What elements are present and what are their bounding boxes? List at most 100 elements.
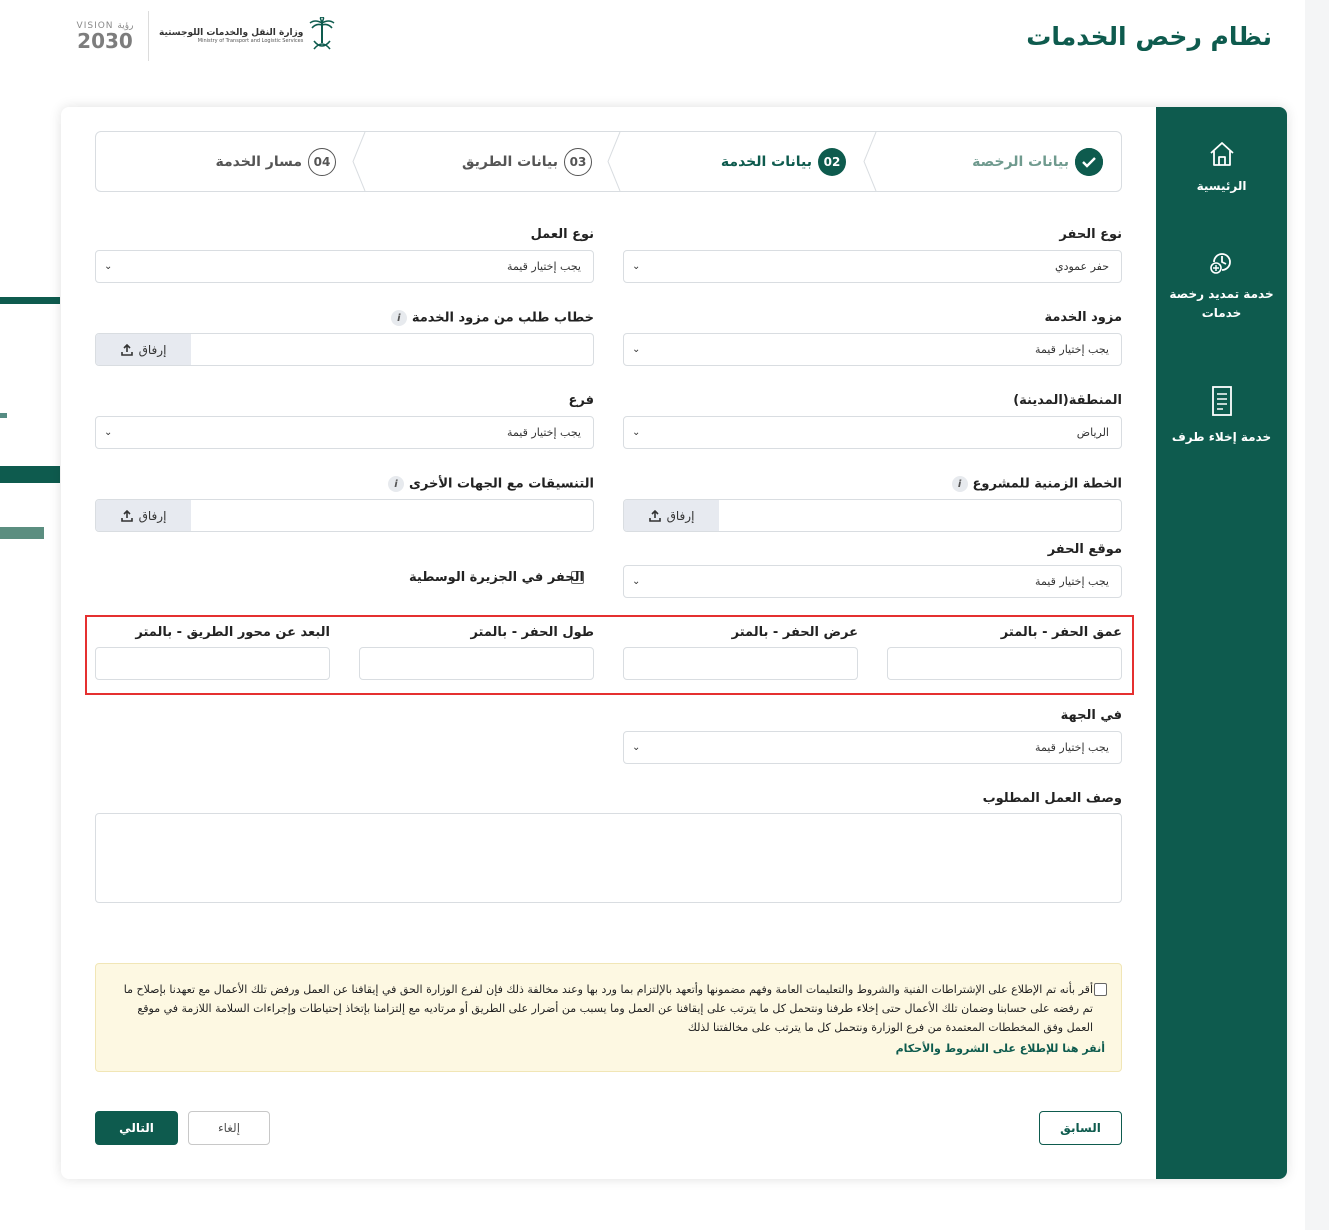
- renew-icon: [1209, 253, 1231, 274]
- ministry-text: وزارة النقل والخدمات اللوجستية Ministry …: [159, 28, 303, 44]
- step-label: بيانات الرخصة: [972, 153, 1069, 170]
- select-value: يجب إختيار قيمة: [1035, 741, 1109, 754]
- step-label: بيانات الخدمة: [720, 153, 812, 170]
- depth-input[interactable]: [887, 647, 1122, 680]
- info-icon[interactable]: i: [390, 310, 407, 326]
- chevron-down-icon: ⌄: [632, 261, 641, 272]
- chevron-down-icon: ⌄: [104, 261, 113, 272]
- provider-letter-text: خطاب طلب من مزود الخدمة: [411, 310, 594, 326]
- step-number: 02: [818, 147, 846, 176]
- app-title: نظام رخص الخدمات: [1026, 22, 1272, 51]
- service-provider-select[interactable]: يجب إختيار قيمة ⌄: [623, 333, 1122, 366]
- step-road-data[interactable]: 03 بيانات الطريق: [462, 132, 592, 191]
- attach-button[interactable]: إرفاق: [96, 500, 191, 531]
- upload-icon: [120, 343, 133, 356]
- terms-checkbox[interactable]: [1094, 983, 1107, 996]
- select-value: يجب إختيار قيمة: [1035, 343, 1109, 356]
- timeline-upload: إرفاق: [623, 499, 1122, 532]
- side-label: في الجهة: [1060, 708, 1122, 723]
- side-select[interactable]: يجب إختيار قيمة ⌄: [623, 731, 1122, 764]
- chevron-down-icon: ⌄: [632, 742, 641, 753]
- sidebar-item-clearance[interactable]: خدمة إخلاء طرف: [1156, 384, 1287, 447]
- select-value: يجب إختيار قيمة: [507, 426, 581, 439]
- info-icon[interactable]: i: [387, 476, 404, 492]
- work-type-label: نوع العمل: [530, 227, 594, 242]
- width-input[interactable]: [623, 647, 858, 680]
- chevron-down-icon: ⌄: [104, 427, 113, 438]
- attach-button[interactable]: إرفاق: [96, 334, 191, 365]
- branch-label: فرع: [568, 393, 594, 408]
- chevron-down-icon: ⌄: [632, 427, 641, 438]
- decorative-bar: [0, 413, 7, 418]
- coordination-upload: إرفاق: [95, 499, 594, 532]
- timeline-label: الخطة الزمنية للمشروعi: [951, 476, 1122, 492]
- excavation-type-label: نوع الحفر: [1059, 227, 1122, 242]
- location-select[interactable]: يجب إختيار قيمة ⌄: [623, 565, 1122, 598]
- select-value: يجب إختيار قيمة: [1035, 575, 1109, 588]
- decorative-bar: [0, 466, 60, 483]
- previous-button[interactable]: السابق: [1039, 1111, 1122, 1145]
- select-value: الرياض: [1076, 426, 1109, 439]
- provider-letter-upload: إرفاق: [95, 333, 594, 366]
- document-icon: [1211, 386, 1232, 416]
- select-value: حفر عمودي: [1054, 260, 1109, 273]
- service-provider-label: مزود الخدمة: [1044, 310, 1122, 325]
- palm-emblem-icon: [309, 17, 335, 50]
- region-select[interactable]: الرياض ⌄: [623, 416, 1122, 449]
- step-separator: [607, 132, 621, 191]
- next-button[interactable]: التالي: [95, 1111, 178, 1145]
- attach-label: إرفاق: [138, 508, 167, 523]
- depth-label: عمق الحفر - بالمتر: [1000, 625, 1122, 640]
- timeline-text: الخطة الزمنية للمشروع: [972, 476, 1122, 492]
- cancel-button[interactable]: إلغاء: [188, 1111, 270, 1145]
- page-margin: [1305, 0, 1329, 1230]
- excavation-type-select[interactable]: حفر عمودي ⌄: [623, 250, 1122, 283]
- ministry-logo: وزارة النقل والخدمات اللوجستية Ministry …: [159, 17, 337, 55]
- sidebar-item-label: خدمة تمديد رخصة خدمات: [1169, 287, 1274, 320]
- attach-button[interactable]: إرفاق: [624, 500, 719, 531]
- work-type-select[interactable]: يجب إختيار قيمة ⌄: [95, 250, 594, 283]
- header: نظام رخص الخدمات VISION رؤية 2030 وزارة …: [0, 0, 1305, 66]
- attach-label: إرفاق: [666, 508, 695, 523]
- step-label: بيانات الطريق: [462, 153, 558, 170]
- ministry-name-en: Ministry of Transport and Logistic Servi…: [197, 38, 304, 44]
- step-separator: [352, 132, 366, 191]
- length-input[interactable]: [359, 647, 594, 680]
- branch-select[interactable]: يجب إختيار قيمة ⌄: [95, 416, 594, 449]
- chevron-down-icon: ⌄: [632, 576, 641, 587]
- step-label: مسار الخدمة: [215, 153, 303, 170]
- step-license-data[interactable]: بيانات الرخصة: [972, 132, 1103, 191]
- attach-label: إرفاق: [138, 342, 167, 357]
- region-label: المنطقة(المدينة): [1013, 393, 1122, 408]
- distance-input[interactable]: [95, 647, 330, 680]
- sidebar-item-renew-license[interactable]: خدمة تمديد رخصة خدمات: [1156, 247, 1287, 323]
- info-icon[interactable]: i: [951, 476, 968, 492]
- description-textarea[interactable]: [95, 813, 1122, 903]
- sidebar-item-home[interactable]: الرئيسية: [1156, 139, 1287, 196]
- distance-label: البعد عن محور الطريق - بالمتر: [135, 625, 330, 640]
- location-label: موقع الحفر: [1047, 542, 1122, 557]
- provider-letter-label: خطاب طلب من مزود الخدمةi: [390, 310, 594, 326]
- step-number: 04: [308, 147, 336, 176]
- terms-link[interactable]: أنقر هنا للإطلاع على الشروط والأحكام: [896, 1042, 1105, 1055]
- terms-box: أقر بأنه تم الإطلاع على الإشتراطات الفني…: [95, 963, 1122, 1072]
- check-icon: [1075, 147, 1103, 176]
- vision-2030-logo: VISION رؤية 2030: [70, 12, 140, 60]
- upload-icon: [648, 509, 661, 522]
- length-label: طول الحفر - بالمتر: [470, 625, 594, 640]
- coordination-text: التنسيقات مع الجهات الأخرى: [408, 476, 594, 492]
- select-value: يجب إختيار قيمة: [507, 260, 581, 273]
- decorative-bar: [0, 297, 60, 304]
- step-service-path[interactable]: 04 مسار الخدمة: [215, 132, 336, 191]
- upload-icon: [120, 509, 133, 522]
- terms-text: أقر بأنه تم الإطلاع على الإشتراطات الفني…: [123, 983, 1093, 1034]
- stepper: بيانات الرخصة 02 بيانات الخدمة 03 بيانات…: [95, 131, 1122, 192]
- width-label: عرض الحفر - بالمتر: [731, 625, 858, 640]
- ministry-name-ar: وزارة النقل والخدمات اللوجستية: [159, 28, 304, 38]
- vision-number: 2030: [77, 29, 133, 53]
- home-icon: [1209, 142, 1234, 166]
- decorative-bar: [0, 527, 44, 539]
- step-number: 03: [564, 147, 592, 176]
- brand-logos: VISION رؤية 2030 وزارة النقل والخدمات ال…: [70, 8, 340, 64]
- step-service-data[interactable]: 02 بيانات الخدمة: [721, 132, 846, 191]
